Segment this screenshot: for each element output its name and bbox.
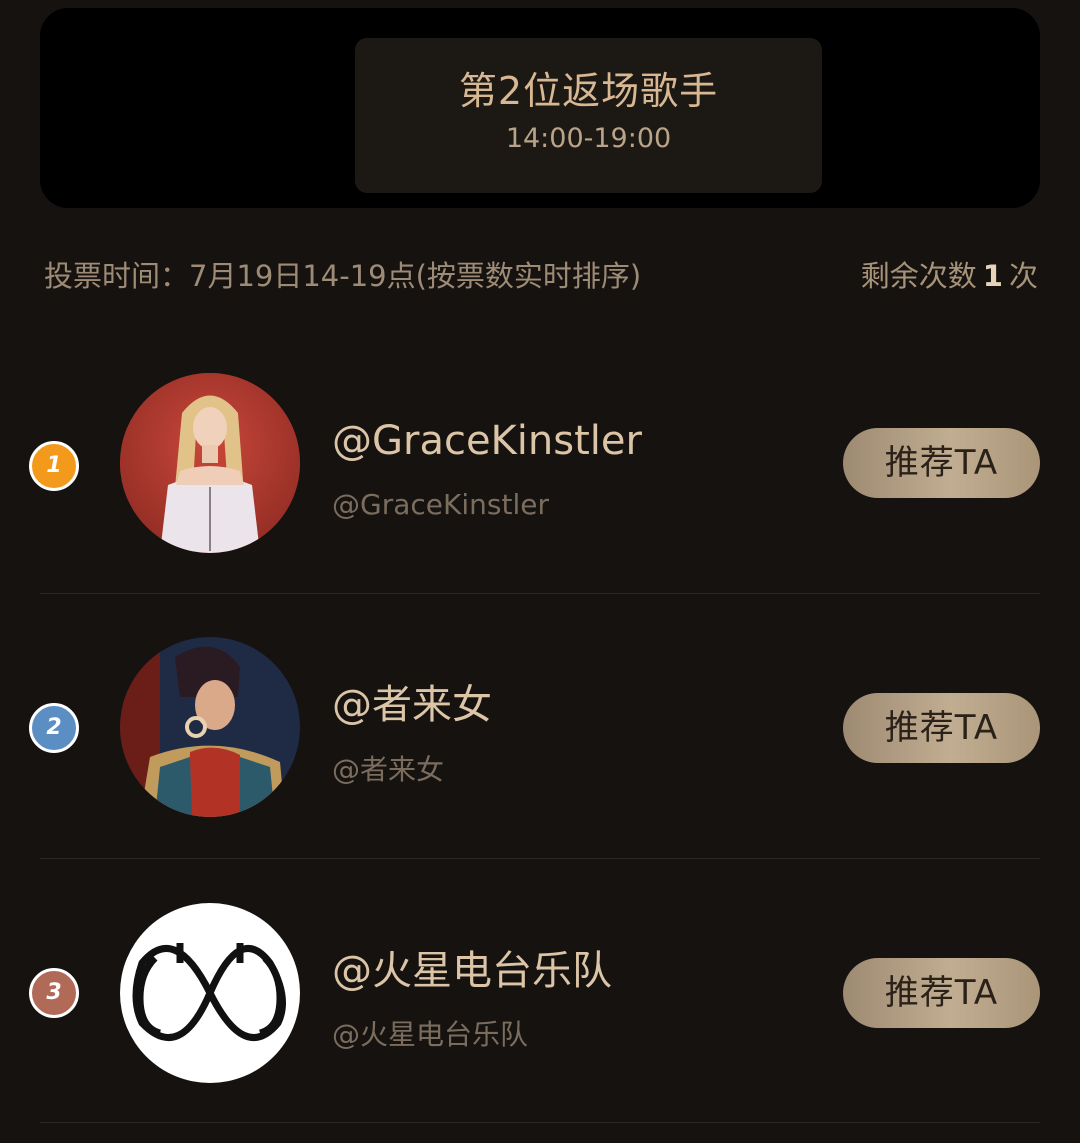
recommend-button[interactable]: 推荐TA	[843, 428, 1040, 498]
rank-badge-2: 2	[29, 703, 79, 753]
remaining-unit: 次	[1008, 259, 1038, 293]
rank-badge-1: 1	[29, 441, 79, 491]
remaining-votes: 剩余次数 1 次	[861, 254, 1038, 298]
singer-name[interactable]: @GraceKinstler	[332, 416, 642, 466]
singer-name[interactable]: @者来女	[332, 680, 492, 730]
avatar-mars-radio-band[interactable]	[120, 903, 300, 1083]
rank-badge-3: 3	[29, 968, 79, 1018]
recommend-button[interactable]: 推荐TA	[843, 693, 1040, 763]
round-card: 第2位返场歌手 14:00-19:00	[355, 38, 822, 193]
avatar-gracekinstler[interactable]	[120, 373, 300, 553]
vote-time-info: 投票时间：7月19日14-19点(按票数实时排序)	[44, 259, 642, 293]
singer-name[interactable]: @火星电台乐队	[332, 946, 612, 996]
round-time: 14:00-19:00	[505, 123, 672, 154]
singer-handle: @GraceKinstler	[332, 488, 549, 521]
singer-handle: @火星电台乐队	[332, 1018, 529, 1051]
avatar-zhelainu[interactable]	[120, 637, 300, 817]
list-item-singer-2: 2 @者来女 @者来女 推荐TA	[0, 595, 1080, 860]
singer-handle: @者来女	[332, 753, 445, 786]
divider	[40, 1122, 1040, 1123]
list-item-singer-1: 1 @GraceKinstler @GraceKinstler 推荐TA	[0, 330, 1080, 595]
recommend-button[interactable]: 推荐TA	[843, 958, 1040, 1028]
remaining-count: 1	[982, 259, 1003, 293]
round-title: 第2位返场歌手	[458, 69, 719, 113]
divider	[40, 858, 1040, 859]
top-banner: 第2位返场歌手 14:00-19:00	[40, 8, 1040, 208]
remaining-label: 剩余次数	[860, 259, 977, 293]
list-item-singer-3: 3 @火星电台乐队 @火星电台乐队 推荐TA	[0, 860, 1080, 1125]
divider	[40, 593, 1040, 594]
